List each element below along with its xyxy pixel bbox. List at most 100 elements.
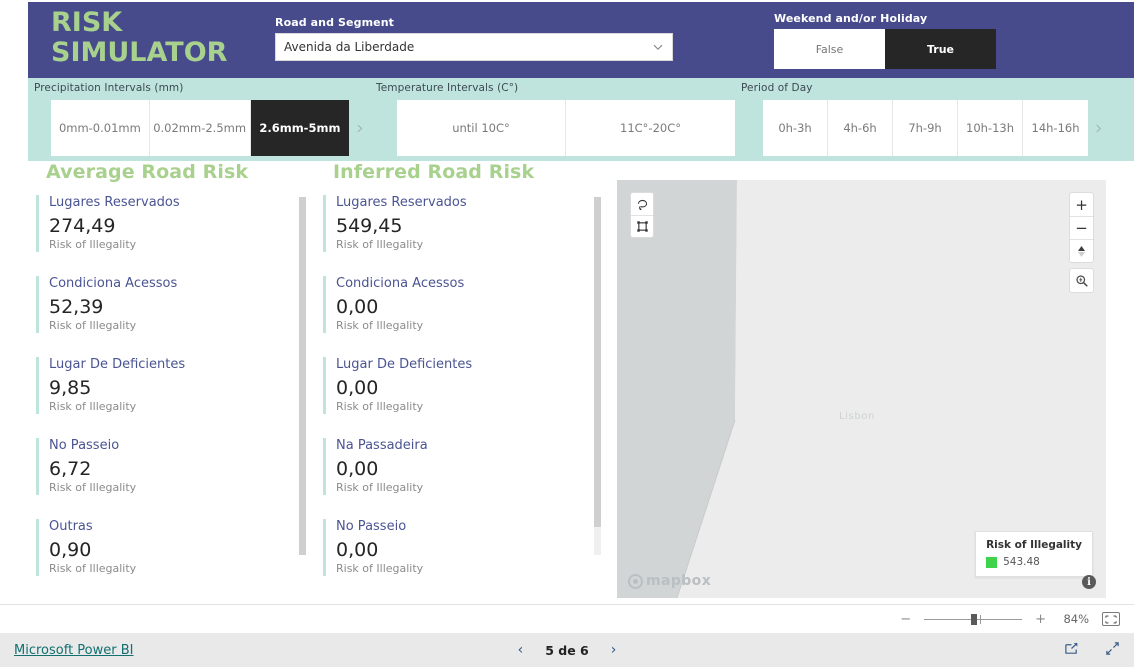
kpi-card[interactable]: Lugar De Deficientes 0,00 Risk of Illega… (323, 357, 613, 414)
rectangle-select-icon[interactable] (631, 215, 653, 237)
power-bi-report-viewer: RISK SIMULATOR Road and Segment Avenida … (0, 0, 1134, 667)
kpi-card[interactable]: Lugares Reservados 274,49 Risk of Illega… (36, 195, 308, 252)
kpi-value: 0,00 (336, 296, 379, 318)
temperature-filter-section: Temperature Intervals (C°) until 10C° 11… (373, 78, 743, 161)
zoom-in-button[interactable]: + (1035, 612, 1046, 627)
period-next-arrow-icon[interactable]: › (1088, 100, 1110, 156)
map-legend-row: 543.48 (986, 556, 1082, 568)
period-of-day-filter-label: Period of Day (741, 82, 813, 94)
app-title-line2: SIMULATOR (51, 37, 228, 68)
inferred-road-risk-list[interactable]: Lugares Reservados 549,45 Risk of Illega… (323, 195, 613, 577)
page-navigation: ‹ 5 de 6 › (482, 642, 652, 658)
average-road-risk-scrollbar[interactable] (299, 197, 306, 555)
weekend-holiday-group: Weekend and/or Holiday False True (774, 12, 996, 69)
report-canvas: RISK SIMULATOR Road and Segment Avenida … (28, 0, 1134, 604)
precipitation-chip-list: 0mm-0.01mm 0.02mm-2.5mm 2.6mm-5mm › (51, 100, 371, 156)
temperature-chip-0[interactable]: until 10C° (397, 100, 566, 156)
map-visual[interactable]: Lisbon + − Risk of Illegality 543.48 map… (617, 180, 1106, 598)
filter-bar: Precipitation Intervals (mm) 0mm-0.01mm … (28, 78, 1134, 161)
zoom-slider-tick (980, 615, 982, 624)
precipitation-filter-label: Precipitation Intervals (mm) (34, 82, 184, 94)
kpi-card[interactable]: No Passeio 0,00 Risk of Illegality (323, 519, 613, 576)
mapbox-wordmark: mapbox (646, 573, 712, 589)
precipitation-next-arrow-icon[interactable]: › (349, 100, 371, 156)
previous-page-button[interactable]: ‹ (518, 642, 524, 658)
kpi-card[interactable]: Condiciona Acessos 0,00 Risk of Illegali… (323, 276, 613, 333)
precipitation-chip-2[interactable]: 2.6mm-5mm (250, 100, 350, 156)
kpi-value: 0,00 (336, 377, 379, 399)
kpi-card[interactable]: Na Passadeira 0,00 Risk of Illegality (323, 438, 613, 495)
period-chip-0[interactable]: 0h-3h (763, 100, 828, 156)
weekend-option-false[interactable]: False (774, 29, 885, 69)
app-title: RISK SIMULATOR (51, 8, 227, 68)
map-zoom-out-button[interactable]: − (1070, 216, 1093, 239)
report-footer: Microsoft Power BI ‹ 5 de 6 › (0, 633, 1134, 667)
map-select-tools (630, 192, 654, 238)
kpi-subtitle: Risk of Illegality (49, 238, 137, 251)
kpi-card[interactable]: Lugares Reservados 549,45 Risk of Illega… (323, 195, 613, 252)
zoom-slider-thumb[interactable] (971, 614, 978, 625)
period-chip-4[interactable]: 14h-16h (1023, 100, 1088, 156)
chevron-down-icon[interactable] (652, 41, 664, 53)
kpi-value: 274,49 (49, 215, 116, 237)
kpi-name: No Passeio (336, 519, 407, 534)
period-chip-2[interactable]: 7h-9h (893, 100, 958, 156)
inferred-road-risk-title: Inferred Road Risk (333, 161, 535, 183)
period-chip-3[interactable]: 10h-13h (958, 100, 1023, 156)
kpi-card[interactable]: Condiciona Acessos 52,39 Risk of Illegal… (36, 276, 308, 333)
kpi-name: Na Passadeira (336, 438, 428, 453)
period-chip-1[interactable]: 4h-6h (828, 100, 893, 156)
precipitation-chip-1[interactable]: 0.02mm-2.5mm (149, 100, 251, 156)
kpi-subtitle: Risk of Illegality (336, 319, 424, 332)
share-icon[interactable] (1064, 641, 1079, 660)
inferred-road-risk-visual: Inferred Road Risk Lugares Reservados 54… (323, 161, 613, 577)
period-of-day-chip-list: 0h-3h 4h-6h 7h-9h 10h-13h 14h-16h › (763, 100, 1134, 156)
kpi-value: 6,72 (49, 458, 92, 480)
map-zoom-controls: + − (1069, 192, 1094, 263)
kpi-name: No Passeio (49, 438, 120, 453)
fullscreen-icon[interactable] (1105, 641, 1120, 660)
map-geocoder-search-icon[interactable] (1069, 268, 1094, 293)
mapbox-logo[interactable]: mapbox (628, 573, 711, 589)
average-road-risk-list[interactable]: Lugares Reservados 274,49 Risk of Illega… (36, 195, 308, 577)
kpi-subtitle: Risk of Illegality (336, 400, 424, 413)
map-legend-swatch (986, 556, 998, 568)
kpi-value: 549,45 (336, 215, 403, 237)
next-page-button[interactable]: › (611, 642, 617, 658)
map-compass-icon[interactable] (1070, 239, 1093, 262)
zoom-out-button[interactable]: − (900, 612, 911, 627)
precipitation-filter-section: Precipitation Intervals (mm) 0mm-0.01mm … (31, 78, 371, 161)
kpi-subtitle: Risk of Illegality (336, 481, 424, 494)
kpi-name: Lugar De Deficientes (49, 357, 186, 372)
lasso-select-icon[interactable] (631, 193, 653, 215)
temperature-chip-1[interactable]: 11C°-20C° (566, 100, 735, 156)
map-zoom-in-button[interactable]: + (1070, 193, 1093, 216)
kpi-value: 0,00 (336, 539, 379, 561)
map-legend-title: Risk of Illegality (986, 539, 1082, 551)
scrollbar-thumb[interactable] (594, 197, 601, 527)
precipitation-chip-0[interactable]: 0mm-0.01mm (51, 100, 150, 156)
period-of-day-filter-section: Period of Day 0h-3h 4h-6h 7h-9h 10h-13h … (738, 78, 1134, 161)
page-indicator: 5 de 6 (545, 642, 589, 658)
kpi-card[interactable]: Outras 0,90 Risk of Illegality (36, 519, 308, 576)
kpi-subtitle: Risk of Illegality (49, 562, 137, 575)
zoom-bar: − + 84% (0, 604, 1134, 633)
kpi-subtitle: Risk of Illegality (336, 238, 424, 251)
kpi-card[interactable]: No Passeio 6,72 Risk of Illegality (36, 438, 308, 495)
map-legend: Risk of Illegality 543.48 (975, 531, 1093, 577)
report-header: RISK SIMULATOR Road and Segment Avenida … (28, 2, 1134, 78)
weekend-option-true[interactable]: True (885, 29, 996, 69)
kpi-name: Outras (49, 519, 93, 534)
map-attribution-info-icon[interactable]: i (1082, 575, 1096, 589)
kpi-card[interactable]: Lugar De Deficientes 9,85 Risk of Illega… (36, 357, 308, 414)
road-and-segment-dropdown[interactable]: Avenida da Liberdade (275, 33, 673, 61)
scrollbar-thumb[interactable] (299, 197, 306, 555)
power-bi-link[interactable]: Microsoft Power BI (14, 643, 133, 658)
kpi-name: Condiciona Acessos (336, 276, 465, 291)
road-and-segment-label: Road and Segment (275, 16, 394, 29)
app-title-line1: RISK (51, 7, 123, 38)
kpi-value: 0,90 (49, 539, 92, 561)
zoom-slider[interactable] (924, 612, 1023, 626)
inferred-road-risk-scrollbar[interactable] (594, 197, 601, 555)
fit-to-screen-icon[interactable] (1102, 612, 1120, 626)
